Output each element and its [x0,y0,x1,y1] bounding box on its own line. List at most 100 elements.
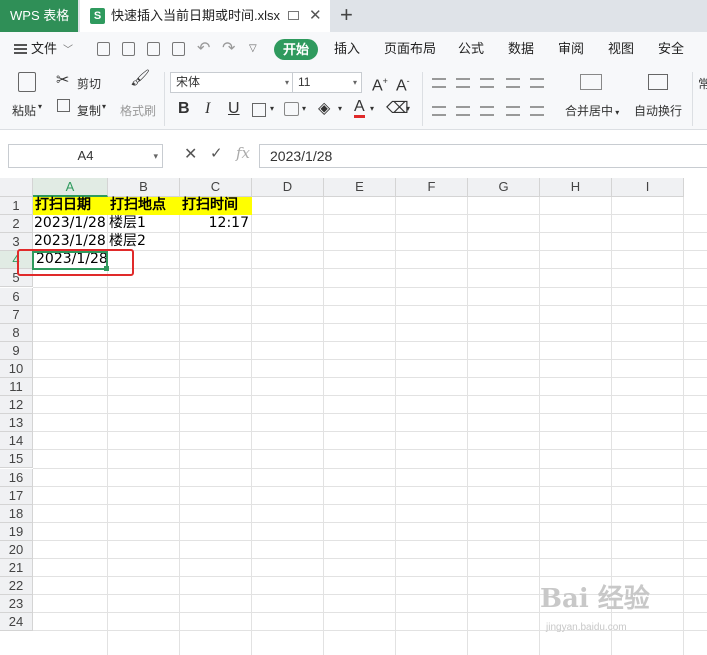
select-all-corner[interactable] [0,178,33,197]
style-dropdown-icon[interactable]: ▾ [302,104,306,113]
print-preview-icon[interactable] [172,42,185,56]
copy-dropdown-icon[interactable]: ▾ [102,102,106,111]
wrap-text-icon[interactable] [648,74,668,90]
column-header-c[interactable]: C [180,178,252,197]
justify-icon[interactable] [506,106,520,116]
align-left-icon[interactable] [432,106,446,116]
file-menu[interactable]: 文件 ﹀ [14,32,73,66]
border-icon[interactable] [252,103,266,117]
format-painter-button[interactable]: 格式刷 [120,102,156,119]
column-header-e[interactable]: E [324,178,396,197]
scissors-icon[interactable]: ✂ [56,72,69,90]
row-header-11[interactable]: 11 [0,378,33,396]
merge-center-button[interactable]: 合并居中 ▾ [565,102,619,119]
row-header-13[interactable]: 13 [0,414,33,433]
column-header-d[interactable]: D [252,178,324,197]
row-header-19[interactable]: 19 [0,522,33,541]
align-bottom-icon[interactable] [480,78,494,88]
row-header-15[interactable]: 15 [0,450,33,469]
print-icon[interactable] [147,42,160,56]
distribute-icon[interactable] [530,106,544,116]
tab-review[interactable]: 审阅 [558,32,584,66]
tab-view[interactable]: 视图 [608,32,634,66]
row-header-6[interactable]: 6 [0,287,33,306]
row-header-12[interactable]: 12 [0,396,33,415]
font-name-select[interactable]: 宋体 ▾ [170,72,294,93]
indent-decrease-icon[interactable] [506,78,520,88]
name-box[interactable]: A4 ▾ [8,144,163,168]
tab-data[interactable]: 数据 [508,32,534,66]
column-header-f[interactable]: F [396,178,468,197]
align-right-icon[interactable] [480,106,494,116]
decrease-font-icon[interactable]: A- [396,72,410,95]
column-header-g[interactable]: G [468,178,540,197]
export-icon[interactable] [122,42,135,56]
row-header-18[interactable]: 18 [0,504,33,523]
increase-font-icon[interactable]: A+ [372,72,388,95]
style-icon[interactable] [284,102,299,116]
cell-c1[interactable]: 打扫时间 [180,197,252,215]
cancel-icon[interactable]: ✕ [184,144,197,164]
copy-button[interactable]: 复制 [77,102,101,119]
row-header-8[interactable]: 8 [0,323,33,342]
align-top-icon[interactable] [432,78,446,88]
paste-button[interactable]: 粘贴 [12,102,36,119]
underline-button[interactable]: U [228,100,240,118]
tab-insert[interactable]: 插入 [334,32,360,66]
row-header-23[interactable]: 23 [0,595,33,614]
confirm-icon[interactable]: ✓ [210,144,223,162]
row-header-14[interactable]: 14 [0,432,33,451]
paste-icon[interactable] [18,72,36,92]
cell-a1[interactable]: 打扫日期 [33,197,108,215]
font-size-select[interactable]: 11 ▾ [292,72,362,93]
row-header-21[interactable]: 21 [0,559,33,577]
merge-center-icon[interactable] [580,74,602,90]
column-header-i[interactable]: I [612,178,684,197]
clear-dropdown-icon[interactable]: ▾ [406,104,410,113]
window-icon[interactable] [288,11,299,20]
column-header-h[interactable]: H [540,178,612,197]
align-middle-icon[interactable] [456,78,470,88]
undo-icon[interactable]: ↶ [197,32,210,66]
row-header-2[interactable]: 2 [0,215,33,234]
cell-b1[interactable]: 打扫地点 [108,197,180,215]
align-center-icon[interactable] [456,106,470,116]
redo-icon[interactable]: ↷ [222,32,235,66]
tab-security[interactable]: 安全 [658,32,684,66]
cell-a2[interactable]: 2023/1/28 [33,215,108,233]
italic-button[interactable]: I [205,100,210,118]
save-icon[interactable] [97,42,110,56]
row-header-7[interactable]: 7 [0,305,33,324]
indent-increase-icon[interactable] [530,78,544,88]
document-tab[interactable]: S 快速插入当前日期或时间.xlsx ✕ [80,0,330,32]
row-header-20[interactable]: 20 [0,540,33,559]
bold-button[interactable]: B [178,100,190,118]
fill-color-icon[interactable]: ◈ [318,100,330,118]
paste-dropdown-icon[interactable]: ▾ [38,102,42,111]
tab-formula[interactable]: 公式 [458,32,484,66]
column-header-a[interactable]: A [33,178,108,197]
row-header-16[interactable]: 16 [0,468,33,487]
row-header-10[interactable]: 10 [0,359,33,378]
tab-page-layout[interactable]: 页面布局 [384,32,436,66]
cell-c2[interactable]: 12:17 [180,215,252,233]
more-icon[interactable]: ▽ [249,32,257,66]
cut-button[interactable]: 剪切 [77,75,101,92]
border-dropdown-icon[interactable]: ▾ [270,104,274,113]
format-painter-icon[interactable]: 🖌 [130,70,150,88]
formula-input[interactable]: 2023/1/28 [259,144,707,168]
row-header-17[interactable]: 17 [0,486,33,505]
font-color-button[interactable]: A [354,99,365,118]
copy-icon[interactable] [57,99,70,112]
row-header-24[interactable]: 24 [0,613,33,632]
row-header-1[interactable]: 1 [0,197,33,215]
cell-b2[interactable]: 楼层1 [108,215,180,233]
fill-color-dropdown-icon[interactable]: ▾ [338,104,342,113]
format-group-label[interactable]: 常 [698,75,707,92]
fx-icon[interactable]: fx [236,144,250,162]
close-tab-icon[interactable]: ✕ [309,0,322,32]
row-header-9[interactable]: 9 [0,341,33,360]
font-color-dropdown-icon[interactable]: ▾ [370,104,374,113]
app-tab[interactable]: WPS 表格 [0,0,78,32]
wrap-text-button[interactable]: 自动换行 [634,102,682,119]
